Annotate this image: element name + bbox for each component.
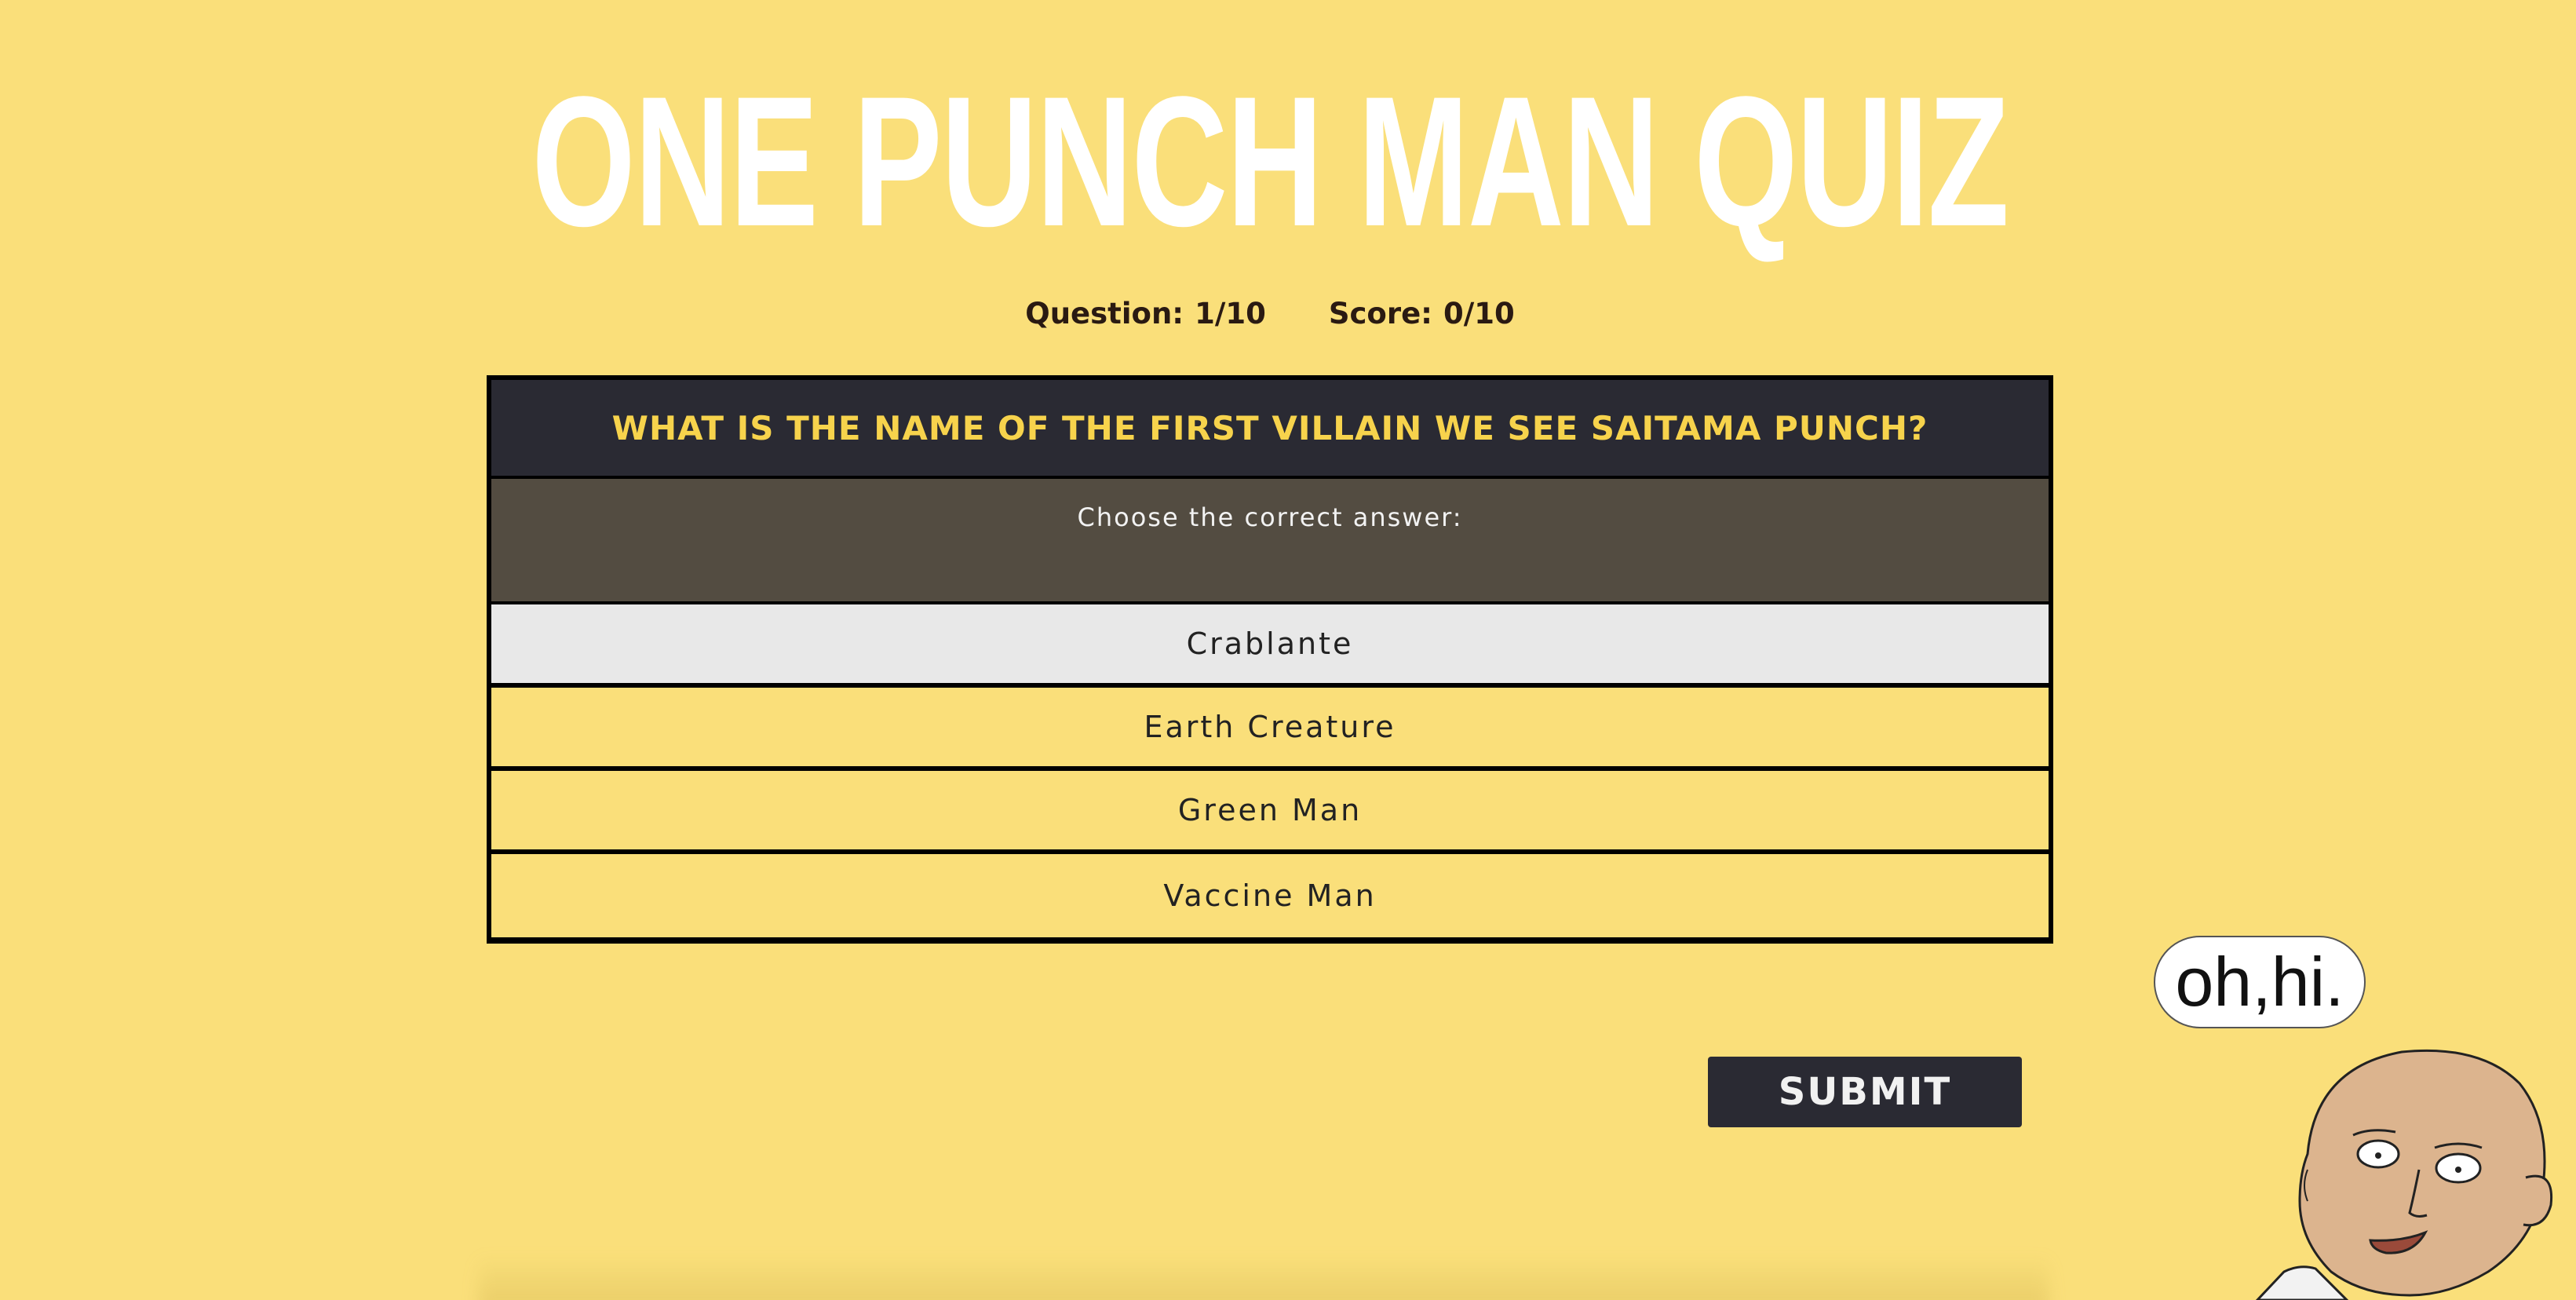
answer-option-crablante[interactable]: Crablante: [491, 604, 2049, 688]
question-text: WHAT IS THE NAME OF THE FIRST VILLAIN WE…: [491, 380, 2049, 479]
score-counter-value: 0/10: [1443, 297, 1515, 330]
page-title: ONE PUNCH MAN QUIZ: [531, 58, 2009, 265]
footer-shadow: [479, 1256, 2049, 1300]
speech-bubble-icon: oh,hi.: [2154, 936, 2366, 1028]
answer-option-earth-creature[interactable]: Earth Creature: [491, 688, 2049, 771]
answer-option-green-man[interactable]: Green Man: [491, 771, 2049, 854]
submit-button[interactable]: SUBMIT: [1708, 1057, 2022, 1127]
quiz-stats: Question: 1/10 Score: 0/10: [0, 297, 2540, 330]
answer-option-vaccine-man[interactable]: Vaccine Man: [491, 854, 2049, 937]
quiz-card: WHAT IS THE NAME OF THE FIRST VILLAIN WE…: [487, 375, 2053, 944]
question-counter: Question: 1/10: [1025, 297, 1266, 330]
answer-instruction-text: Choose the correct answer:: [1077, 502, 1463, 532]
question-counter-label: Question:: [1025, 297, 1184, 330]
speech-bubble-text: oh,hi.: [2175, 943, 2344, 1021]
question-counter-value: 1/10: [1195, 297, 1266, 330]
score-counter-label: Score:: [1328, 297, 1432, 330]
saitama-character-icon: [2255, 1049, 2553, 1300]
answer-instruction: Choose the correct answer:: [491, 479, 2049, 604]
score-counter: Score: 0/10: [1329, 297, 1515, 330]
